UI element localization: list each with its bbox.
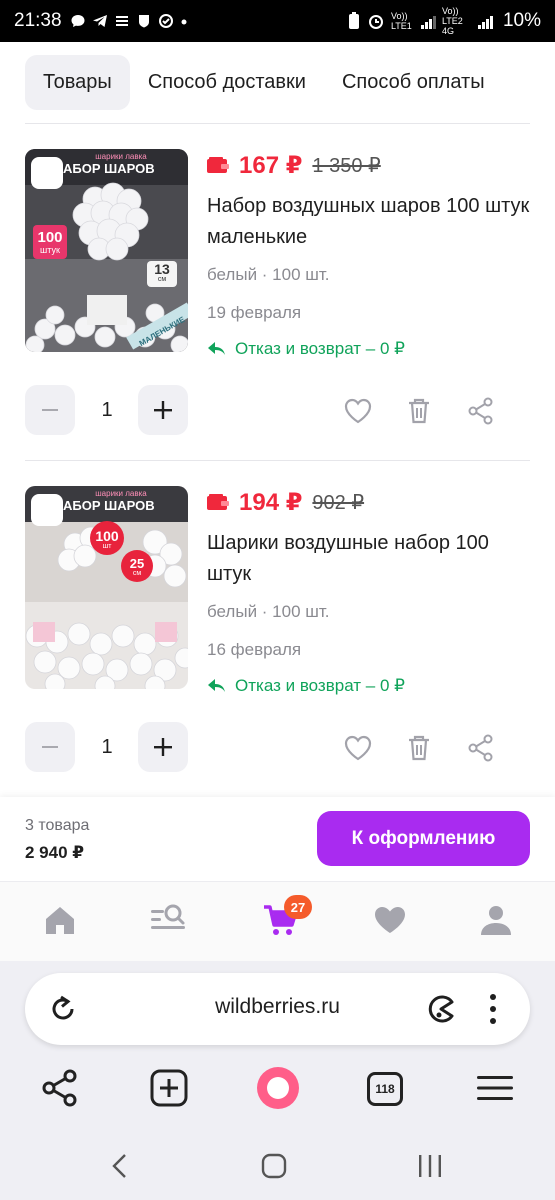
price-row: 167 ₽ 1 350 ₽ xyxy=(207,149,381,181)
product-image[interactable]: шарики лавка АБОР ШАРОВ 100 шт 25 см xyxy=(25,486,188,689)
select-checkbox[interactable] xyxy=(31,157,63,189)
return-policy-label: Отказ и возврат – 0 ₽ xyxy=(235,676,405,695)
increase-quantity-button[interactable] xyxy=(138,722,188,772)
current-price: 167 ₽ xyxy=(239,151,303,179)
product-title[interactable]: Шарики воздушные набор 100 штук xyxy=(207,528,537,590)
shield-icon xyxy=(138,15,149,28)
alice-assistant-icon[interactable] xyxy=(256,1066,300,1110)
battery-level: 10% xyxy=(502,10,541,31)
return-policy[interactable]: Отказ и возврат – 0 ₽ xyxy=(207,339,405,359)
status-bar: 21:38 Vo)) LTE1 Vo)) LTE2 4G 10% xyxy=(0,0,555,42)
signal-icon-1 xyxy=(420,13,436,29)
tab-products[interactable]: Товары xyxy=(25,54,130,110)
home-icon[interactable] xyxy=(42,902,78,938)
thumb-size: 25 xyxy=(129,556,145,571)
thumb-count-unit: шт xyxy=(102,543,112,550)
home-button-icon[interactable] xyxy=(261,1153,287,1179)
product-title[interactable]: Набор воздушных шаров 100 штук маленькие xyxy=(207,191,537,253)
decrease-quantity-button[interactable] xyxy=(25,722,75,772)
telegram-icon xyxy=(92,15,107,27)
check-circle-icon xyxy=(158,14,173,28)
address-bar[interactable]: wildberries.ru xyxy=(25,973,530,1045)
hamburger-menu-icon[interactable] xyxy=(475,1068,515,1108)
system-indicators: Vo)) LTE1 Vo)) LTE2 4G 10% xyxy=(347,6,541,36)
menu-dots-icon[interactable] xyxy=(483,991,503,1027)
divider xyxy=(25,123,530,124)
checkout-bar: 3 товара 2 940 ₽ К оформлению xyxy=(0,797,555,881)
catalog-search-icon[interactable] xyxy=(150,902,186,938)
product-variant: белый · 100 шт. xyxy=(207,265,330,284)
product-variant: белый · 100 шт. xyxy=(207,602,330,621)
new-tab-icon[interactable] xyxy=(149,1068,189,1108)
trash-icon[interactable] xyxy=(404,396,434,426)
bottom-nav xyxy=(0,881,555,961)
return-arrow-icon xyxy=(208,679,225,692)
thumb-brand: шарики лавка xyxy=(95,489,147,498)
tabs-count[interactable]: 118 xyxy=(367,1072,403,1106)
current-price: 194 ₽ xyxy=(239,488,303,516)
minus-icon xyxy=(42,409,58,411)
select-checkbox[interactable] xyxy=(31,494,63,526)
chat-icon xyxy=(71,15,85,27)
wallet-icon xyxy=(207,157,229,173)
share-icon[interactable] xyxy=(40,1068,80,1108)
thumb-brand: шарики лавка xyxy=(95,152,147,161)
list-icon xyxy=(115,16,128,26)
thumb-header: АБОР ШАРОВ xyxy=(63,498,155,513)
trash-icon[interactable] xyxy=(404,733,434,763)
quantity-value[interactable]: 1 xyxy=(87,736,127,759)
system-navigation xyxy=(0,1131,555,1200)
alarm-icon xyxy=(368,15,383,29)
return-policy-label: Отказ и возврат – 0 ₽ xyxy=(235,339,405,358)
dot-icon xyxy=(181,19,187,25)
status-time: 21:38 xyxy=(14,10,62,31)
heart-icon[interactable] xyxy=(343,396,373,426)
thumb-count-unit: штук xyxy=(40,245,60,255)
quantity-value[interactable]: 1 xyxy=(87,399,127,422)
decrease-quantity-button[interactable] xyxy=(25,385,75,435)
share-icon[interactable] xyxy=(466,396,496,426)
plus-icon xyxy=(154,401,172,419)
cart-badge: 27 xyxy=(284,895,312,919)
tab-payment-method[interactable]: Способ оплаты xyxy=(324,55,503,110)
checkout-button[interactable]: К оформлению xyxy=(317,811,530,866)
thumb-size-unit: см xyxy=(132,570,142,577)
increase-quantity-button[interactable] xyxy=(138,385,188,435)
profile-icon[interactable] xyxy=(478,902,514,938)
return-arrow-icon xyxy=(208,342,225,355)
return-policy[interactable]: Отказ и возврат – 0 ₽ xyxy=(207,676,405,696)
cart-item: шарики лавка АБОР ШАРОВ 100 штук 13 см М… xyxy=(0,149,555,479)
old-price: 1 350 ₽ xyxy=(312,154,381,177)
heart-icon[interactable] xyxy=(343,733,373,763)
notification-icons xyxy=(70,13,188,29)
divider xyxy=(25,460,530,461)
old-price: 902 ₽ xyxy=(312,491,365,514)
checkout-tabs: Товары Способ доставки Способ оплаты xyxy=(0,42,555,122)
network-label-1: Vo)) LTE1 xyxy=(390,11,412,31)
thumb-header: АБОР ШАРОВ xyxy=(63,161,155,176)
network-label-2: Vo)) LTE2 4G xyxy=(441,6,463,36)
cart-item: шарики лавка АБОР ШАРОВ 100 шт 25 см 194… xyxy=(0,486,555,816)
recent-apps-icon[interactable] xyxy=(416,1153,444,1179)
delivery-date: 16 февраля xyxy=(207,640,302,659)
signal-icon-2 xyxy=(477,13,493,29)
thumb-size-unit: см xyxy=(157,276,167,283)
price-row: 194 ₽ 902 ₽ xyxy=(207,486,364,518)
tab-delivery-method[interactable]: Способ доставки xyxy=(130,55,324,110)
minus-icon xyxy=(42,746,58,748)
wallet-icon xyxy=(207,494,229,510)
thumb-size: 13 xyxy=(154,261,170,277)
pacman-protect-icon[interactable] xyxy=(425,993,457,1025)
product-image[interactable]: шарики лавка АБОР ШАРОВ 100 штук 13 см М… xyxy=(25,149,188,352)
favorites-icon[interactable] xyxy=(372,902,408,938)
order-total: 2 940 ₽ xyxy=(25,843,85,862)
thumb-count: 100 xyxy=(95,528,119,544)
items-count: 3 товара xyxy=(25,817,90,834)
delivery-date: 19 февраля xyxy=(207,303,302,322)
battery-saver-icon xyxy=(348,12,359,29)
share-icon[interactable] xyxy=(466,733,496,763)
back-icon[interactable] xyxy=(110,1153,130,1179)
thumb-count: 100 xyxy=(37,229,63,246)
plus-icon xyxy=(154,738,172,756)
